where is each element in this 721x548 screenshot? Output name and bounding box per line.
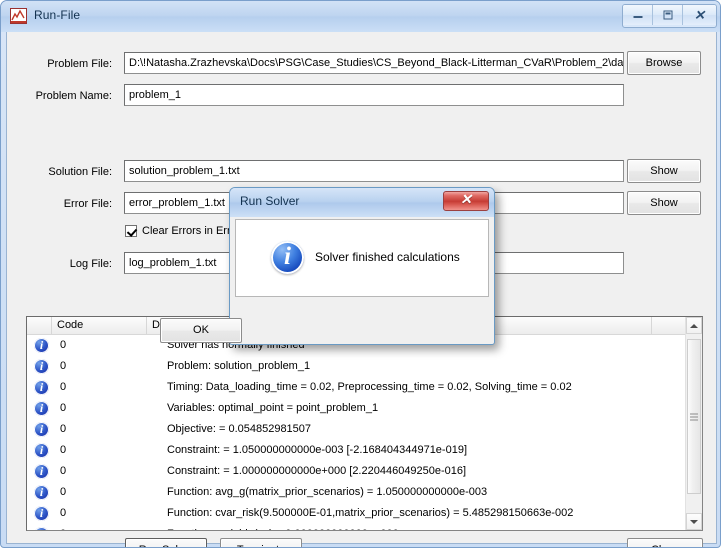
row-description: Variables: optimal_point = point_problem… <box>167 402 379 414</box>
info-icon <box>34 379 49 395</box>
table-row[interactable]: 0 Timing: Data_loading_time = 0.02, Prepr… <box>27 377 686 398</box>
info-icon <box>34 442 49 458</box>
row-code: 0 <box>60 360 67 372</box>
dialog-message: Solver finished calculations <box>315 250 460 264</box>
dialog-title: Run Solver <box>240 194 300 208</box>
row-code: 0 <box>60 507 67 519</box>
info-icon <box>34 400 49 416</box>
row-description: Function: variable(xa) = 0.000000000000e… <box>167 524 399 530</box>
row-description: Objective: = 0.054852981507 <box>167 423 312 435</box>
info-icon <box>34 526 49 530</box>
checkmark-icon <box>125 225 137 237</box>
table-row[interactable]: 0 Function: cvar_risk(9.500000E-01,matrix… <box>27 503 686 524</box>
info-icon <box>34 505 49 521</box>
error-file-label: Error File: <box>63 198 112 210</box>
listview-vertical-scrollbar[interactable] <box>685 317 702 530</box>
row-code: 0 <box>60 339 67 351</box>
row-description: Constraint: = 1.000000000000e+000 [2.220… <box>167 465 467 477</box>
table-row[interactable]: 0 Problem: solution_problem_1 <box>27 356 686 377</box>
scroll-up-icon[interactable] <box>686 317 702 334</box>
info-icon <box>34 358 49 374</box>
column-header-extra[interactable] <box>652 317 686 334</box>
solution-file-label: Solution File: <box>48 166 112 178</box>
run-file-window: Run-File ✕ Problem File: D:\!Natasha.Zra… <box>0 0 721 548</box>
problem-name-input[interactable]: problem_1 <box>124 84 624 106</box>
info-icon <box>34 337 49 353</box>
run-solver-button[interactable]: Run Solver <box>125 538 207 547</box>
row-code: 0 <box>60 486 67 498</box>
column-header-icon[interactable] <box>27 317 52 334</box>
dialog-body: Solver finished calculations <box>235 219 489 297</box>
scrollbar-thumb[interactable] <box>687 339 701 494</box>
run-solver-dialog: Run Solver ✕ Solver finished calculation… <box>229 187 495 345</box>
scroll-down-icon[interactable] <box>686 513 702 530</box>
close-icon[interactable]: ✕ <box>683 5 716 25</box>
row-code: 0 <box>60 524 66 530</box>
show-error-button[interactable]: Show <box>627 191 701 215</box>
info-icon <box>34 463 49 479</box>
table-row[interactable]: 0 Constraint: = 1.000000000000e+000 [2.22… <box>27 461 686 482</box>
problem-file-label: Problem File: <box>47 58 112 70</box>
row-description: Function: avg_g(matrix_prior_scenarios) … <box>167 486 488 498</box>
table-row[interactable]: 0 Objective: = 0.054852981507 <box>27 419 686 440</box>
column-header-code[interactable]: Code <box>52 317 147 334</box>
chart-app-icon <box>10 8 27 24</box>
solution-file-input[interactable]: solution_problem_1.txt <box>124 160 624 182</box>
row-code: 0 <box>60 402 67 414</box>
row-description: Problem: solution_problem_1 <box>167 360 311 372</box>
dialog-close-icon[interactable]: ✕ <box>443 191 489 211</box>
problem-file-input[interactable]: D:\!Natasha.Zrazhevska\Docs\PSG\Case_Stu… <box>124 52 624 74</box>
minimize-icon[interactable] <box>623 5 653 25</box>
log-listview: Code Description 0Solver has normally fi… <box>26 316 703 531</box>
table-row[interactable]: 0 Function: avg_g(matrix_prior_scenarios)… <box>27 482 686 503</box>
terminate-button[interactable]: Terminate <box>220 538 302 547</box>
problem-name-label: Problem Name: <box>35 90 112 102</box>
info-icon <box>34 484 49 500</box>
row-code: 0 <box>60 423 67 435</box>
listview-body: 0Solver has normally finished0Problem: s… <box>27 335 686 530</box>
row-code: 0 <box>60 381 67 393</box>
window-title: Run-File <box>34 8 81 22</box>
info-icon <box>34 421 49 437</box>
log-file-label: Log File: <box>69 258 112 270</box>
close-button[interactable]: Close <box>627 538 703 547</box>
window-controls: ✕ <box>622 4 717 28</box>
row-description: Timing: Data_loading_time = 0.02, Prepro… <box>167 381 572 393</box>
table-row[interactable]: 0 Function: variable(xa) = 0.000000000000… <box>27 524 686 530</box>
browse-button[interactable]: Browse <box>627 51 701 75</box>
title-bar[interactable]: Run-File ✕ <box>1 1 720 32</box>
maximize-icon[interactable] <box>653 5 683 25</box>
dialog-title-bar[interactable]: Run Solver ✕ <box>230 188 494 217</box>
row-code: 0 <box>60 444 67 456</box>
row-description: Function: cvar_risk(9.500000E-01,matrix_… <box>167 507 574 519</box>
info-icon <box>271 241 304 274</box>
row-description: Constraint: = 1.050000000000e-003 [-2.16… <box>167 444 467 456</box>
dialog-ok-button[interactable]: OK <box>160 318 242 343</box>
table-row[interactable]: 0 Constraint: = 1.050000000000e-003 [-2.1… <box>27 440 686 461</box>
row-code: 0 <box>60 465 67 477</box>
show-solution-button[interactable]: Show <box>627 159 701 183</box>
table-row[interactable]: 0 Variables: optimal_point = point_proble… <box>27 398 686 419</box>
